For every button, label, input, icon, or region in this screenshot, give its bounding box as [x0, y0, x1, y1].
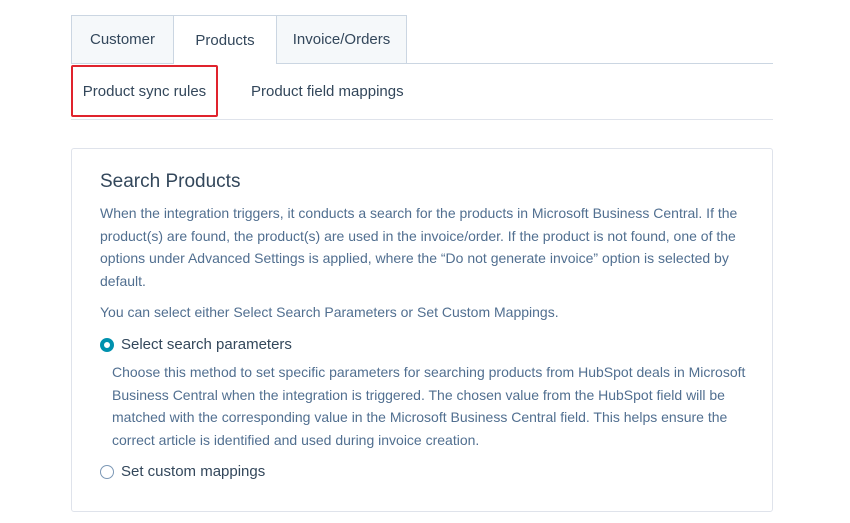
radio-set-custom-mappings[interactable] [100, 464, 114, 479]
tab-invoice-orders-label: Invoice/Orders [292, 31, 391, 48]
choose-method-text: You can select either Select Search Para… [100, 304, 559, 320]
tabs-divider [406, 63, 773, 64]
tab-customer[interactable]: Customer [71, 15, 174, 64]
radio-select-search-parameters[interactable] [100, 337, 114, 352]
panel-description: When the integration triggers, it conduc… [100, 205, 738, 289]
tab-products-label: Products [195, 31, 255, 49]
option-select-search-parameters-description: Choose this method to set specific param… [112, 364, 746, 448]
option-select-search-parameters-label: Select search parameters [121, 336, 292, 353]
main-tabs: Customer Products Invoice/Orders [71, 15, 407, 64]
option-set-custom-mappings-label: Set custom mappings [121, 463, 266, 480]
option-select-search-parameters[interactable]: Select search parameters [100, 336, 292, 353]
subtab-product-sync-rules[interactable]: Product sync rules [71, 65, 218, 117]
tab-products[interactable]: Products [173, 15, 277, 64]
panel-title: Search Products [100, 171, 241, 192]
option-set-custom-mappings[interactable]: Set custom mappings [100, 463, 265, 480]
subtab-product-sync-rules-label: Product sync rules [82, 82, 207, 100]
sub-tabs: Product sync rules Product field mapping… [71, 65, 773, 120]
tab-customer-label: Customer [89, 31, 156, 48]
subtab-product-field-mappings-label: Product field mappings [251, 82, 404, 100]
search-products-panel: Search Products When the integration tri… [71, 148, 773, 512]
subtab-product-field-mappings[interactable]: Product field mappings [251, 65, 404, 117]
tab-invoice-orders[interactable]: Invoice/Orders [276, 15, 407, 64]
